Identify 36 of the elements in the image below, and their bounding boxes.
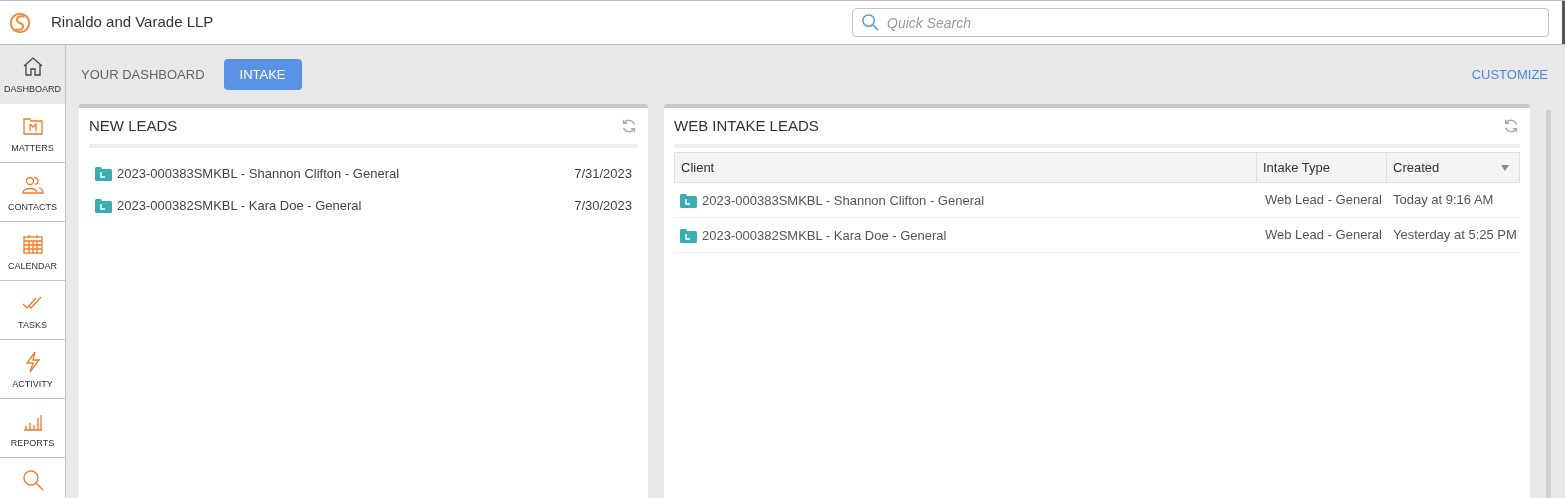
search-icon [861, 13, 880, 32]
tab[interactable]: YOUR DASHBOARD [79, 59, 207, 90]
scrollbar[interactable] [1546, 110, 1551, 498]
sidebar-item[interactable]: TASKS [0, 281, 65, 340]
column-header[interactable]: Intake Type [1256, 153, 1386, 182]
sidebar-item[interactable]: CALENDAR [0, 222, 65, 281]
folder-icon [680, 229, 697, 243]
folder-icon [95, 167, 112, 181]
search-field[interactable]: Quick Search [852, 8, 1549, 37]
calendar-icon [20, 232, 45, 256]
sidebar-item[interactable]: REPORTS [0, 399, 65, 458]
sort-down-icon [1501, 164, 1509, 171]
table-cell-text: Web Lead - General [1264, 191, 1383, 209]
panel-title: WEB INTAKE LEADS [674, 115, 819, 136]
lead-link[interactable]: 2023-000383SMKBL - Shannon Clifton - General [117, 164, 400, 184]
folder-icon [680, 194, 697, 208]
lead-date: 7/31/2023 [574, 165, 632, 184]
panel-title: NEW LEADS [89, 115, 178, 136]
sidebar-item[interactable]: CONTACTS [0, 163, 65, 222]
lead-link[interactable]: 2023-000382SMKBL - Kara Doe - General [117, 196, 362, 216]
lead-date: 7/30/2023 [574, 197, 632, 216]
search-icon [20, 468, 45, 492]
table-cell-text: Yesterday at 5:25 PM [1392, 226, 1518, 244]
sidebar-item[interactable]: MATTERS [0, 104, 65, 163]
table-cell-text: Today at 9:16 AM [1392, 191, 1495, 209]
folder-icon [95, 199, 112, 213]
sidebar-item[interactable]: ACTIVITY [0, 340, 65, 399]
table-cell-text: Web Lead - General [1264, 226, 1383, 244]
column-header[interactable]: Client [675, 153, 1256, 182]
logo-icon [9, 11, 31, 34]
column-header[interactable]: Created [1386, 153, 1519, 182]
firm-name: Rinaldo and Varade LLP [51, 12, 214, 33]
refresh-icon[interactable] [1502, 117, 1520, 135]
client-link[interactable]: 2023-000383SMKBL - Shannon Clifton - General [702, 191, 985, 211]
client-link[interactable]: 2023-000382SMKBL - Kara Doe - General [702, 226, 947, 246]
refresh-icon[interactable] [620, 117, 638, 135]
